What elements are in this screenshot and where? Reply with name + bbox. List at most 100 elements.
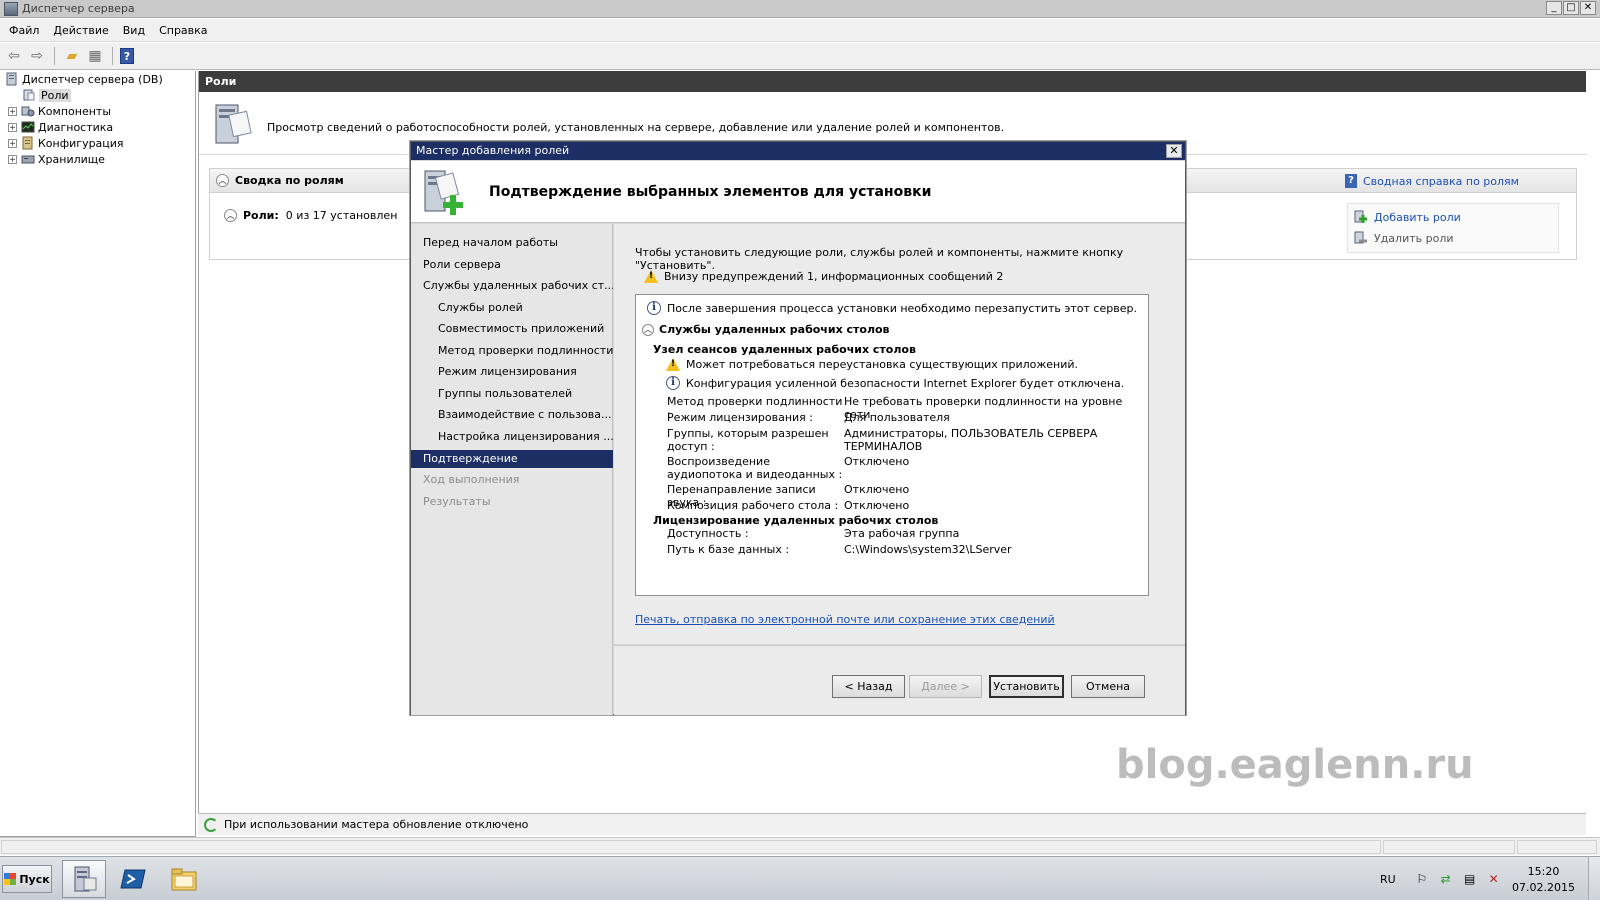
flag-icon[interactable]: ⚐ [1414, 871, 1430, 887]
next-button: Далее > [909, 675, 982, 698]
add-roles-link: Добавить роли [1374, 210, 1461, 224]
install-button[interactable]: Установить [989, 675, 1064, 698]
wizard-step[interactable]: Метод проверки подлинности [411, 342, 613, 360]
forward-arrow-icon[interactable]: ⇨ [27, 46, 47, 66]
roles-help-link[interactable]: ? Сводная справка по ролям [1345, 174, 1519, 188]
status-segment [1517, 840, 1597, 854]
status-segment [1, 840, 1381, 854]
print-email-save-link[interactable]: Печать, отправка по электронной почте ил… [635, 613, 1055, 626]
folder-icon [171, 868, 197, 891]
expand-icon[interactable]: + [8, 154, 17, 164]
remove-roles-icon [1354, 231, 1367, 244]
wizard-title-bar: Мастер добавления ролей ✕ [411, 142, 1185, 160]
wizard-step-current[interactable]: Подтверждение [411, 450, 613, 468]
kv-key: Режим лицензирования : [667, 411, 813, 424]
menu-view[interactable]: Вид [116, 24, 152, 37]
wizard-step[interactable]: Режим лицензирования [411, 363, 613, 381]
tree-item-storage[interactable]: + Хранилище [8, 151, 105, 167]
tree-item-configuration[interactable]: + Конфигурация [8, 135, 124, 151]
warning-icon [666, 358, 680, 371]
add-roles-action[interactable]: Добавить роли [1354, 210, 1461, 224]
kv-value: Отключено [844, 499, 910, 512]
start-button[interactable]: Пуск [2, 865, 52, 893]
remove-roles-action[interactable]: Удалить роли [1354, 231, 1454, 245]
features-icon [21, 106, 35, 117]
language-indicator[interactable]: RU [1380, 873, 1396, 886]
tree-item-label: Роли [39, 88, 71, 102]
taskbar-server-manager[interactable] [62, 860, 106, 898]
wizard-step[interactable]: Перед началом работы [411, 234, 613, 252]
menu-help[interactable]: Справка [152, 24, 214, 37]
kv-key: Группы, которым разрешен доступ : [667, 427, 829, 453]
kv-value: Отключено [844, 455, 910, 468]
rds-section-header[interactable]: ︿ Службы удаленных рабочих столов [642, 323, 890, 336]
kv-key: Доступность : [667, 527, 749, 540]
show-hide-console-tree-icon[interactable]: ▦ [85, 46, 105, 66]
kv-key: Композиция рабочего стола : [667, 499, 839, 512]
kv-key: Путь к базе данных : [667, 543, 790, 556]
tree-item-features[interactable]: + Компоненты [8, 103, 111, 119]
kv-value: C:\Windows\system32\LServer [844, 543, 1012, 556]
tree-root[interactable]: Диспетчер сервера (DB) [5, 71, 163, 87]
confirmation-details[interactable]: i После завершения процесса установки не… [635, 294, 1149, 596]
cancel-button[interactable]: Отмена [1071, 675, 1145, 698]
wizard-steps: Перед началом работы Роли сервера Службы… [411, 224, 613, 715]
expand-icon[interactable]: + [8, 122, 17, 132]
menu-action[interactable]: Действие [46, 24, 115, 37]
wizard-close-button[interactable]: ✕ [1166, 144, 1182, 158]
tree-item-diagnostics[interactable]: + Диагностика [8, 119, 113, 135]
kv-value: Эта рабочая группа [844, 527, 960, 540]
network-icon[interactable]: ⇄ [1438, 871, 1454, 887]
roles-summary-title: Сводка по ролям [235, 174, 344, 187]
wizard-step[interactable]: Службы удаленных рабочих ст... [411, 277, 613, 295]
back-arrow-icon[interactable]: ⇦ [4, 46, 24, 66]
wizard-step[interactable]: Роли сервера [411, 256, 613, 274]
restart-info-text: После завершения процесса установки необ… [667, 301, 1137, 315]
tree-item-label: Компоненты [38, 104, 112, 118]
collapse-icon[interactable]: ︿ [224, 209, 237, 222]
wizard-step[interactable]: Группы пользователей [411, 385, 613, 403]
tree-item-label: Конфигурация [38, 136, 124, 150]
status-text: При использовании мастера обновление отк… [224, 818, 529, 831]
clock-time: 15:20 [1527, 865, 1560, 878]
clock[interactable]: 15:20 07.02.2015 [1512, 864, 1575, 896]
window-controls: _ □ ✕ [1546, 1, 1596, 15]
tree-item-label: Хранилище [38, 152, 105, 166]
taskbar-powershell[interactable] [112, 860, 156, 898]
expand-icon[interactable]: + [8, 106, 17, 116]
wizard-step[interactable]: Настройка лицензирования ... [411, 428, 613, 446]
help-icon[interactable]: ? [120, 48, 134, 64]
window-title: Диспетчер сервера [22, 2, 135, 15]
maximize-button[interactable]: □ [1563, 1, 1579, 15]
ie-info-row: i Конфигурация усиленной безопасности In… [666, 376, 1124, 390]
roles-count: 0 из 17 установлен [285, 209, 398, 222]
status-bar: При использовании мастера обновление отк… [198, 813, 1586, 835]
menu-file[interactable]: Файл [2, 24, 46, 37]
server-tray-icon[interactable]: ▤ [1462, 871, 1478, 887]
help-icon: ? [1345, 174, 1357, 188]
wizard-content: Чтобы установить следующие роли, службы … [614, 224, 1185, 644]
collapse-icon[interactable]: ︿ [642, 323, 654, 336]
server-manager-icon [4, 1, 18, 16]
toolbar-separator [54, 47, 55, 65]
window-title-bar: Диспетчер сервера _ □ ✕ [0, 0, 1600, 18]
tree-item-roles[interactable]: Роли [22, 87, 71, 103]
kv-value: Администраторы, ПОЛЬЗОВАТЕЛЬ СЕРВЕРА ТЕР… [844, 427, 1098, 453]
wizard-step[interactable]: Взаимодействие с пользова... [411, 406, 613, 424]
up-folder-icon[interactable]: ▰ [62, 46, 82, 66]
collapse-icon[interactable]: ︿ [216, 174, 229, 187]
expand-icon[interactable]: + [8, 138, 17, 148]
volume-muted-icon[interactable]: ✕ [1486, 871, 1502, 887]
info-icon: i [647, 301, 661, 315]
wizard-step[interactable]: Совместимость приложений [411, 320, 613, 338]
show-desktop-button[interactable] [1588, 857, 1600, 900]
tree-root-label: Диспетчер сервера (DB) [22, 72, 163, 86]
taskbar-explorer[interactable] [162, 860, 206, 898]
roles-actions: Добавить роли Удалить роли [1347, 203, 1559, 253]
close-button[interactable]: ✕ [1580, 1, 1596, 15]
add-roles-wizard: Мастер добавления ролей ✕ Подтверждение … [410, 141, 1186, 715]
start-label: Пуск [19, 872, 50, 886]
minimize-button[interactable]: _ [1546, 1, 1562, 15]
wizard-step[interactable]: Службы ролей [411, 299, 613, 317]
back-button[interactable]: < Назад [832, 675, 905, 698]
